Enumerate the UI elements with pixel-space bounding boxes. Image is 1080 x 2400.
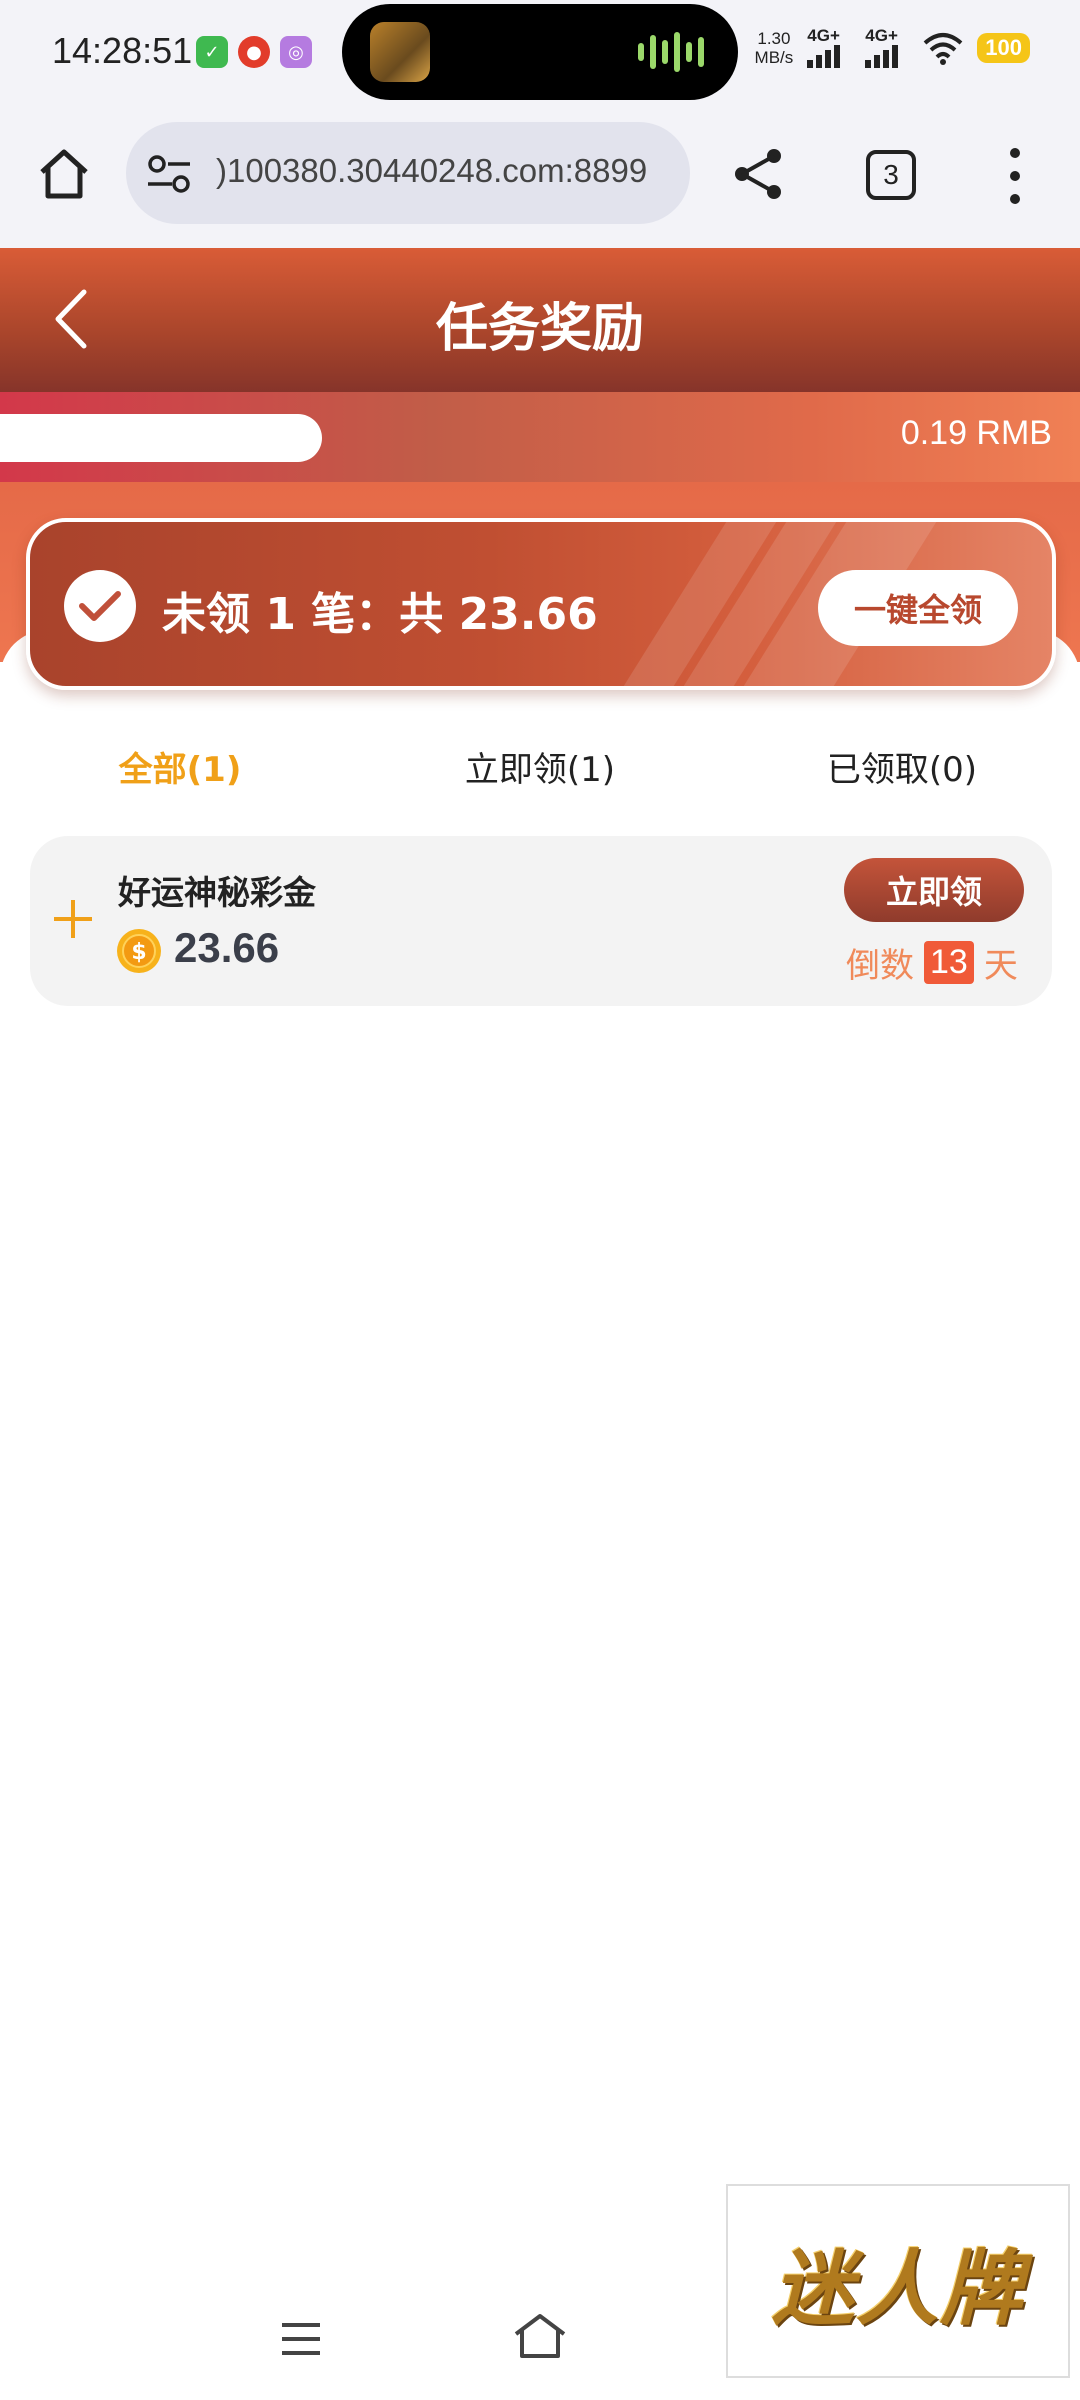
page-header: 任务奖励 xyxy=(0,248,1080,392)
reward-name: 好运神秘彩金 xyxy=(118,873,316,912)
redacted-account xyxy=(0,414,322,462)
coin-icon: $ xyxy=(117,929,161,973)
home-icon[interactable] xyxy=(34,144,94,204)
claim-now-button[interactable]: 立即领 xyxy=(844,858,1024,922)
wifi-icon xyxy=(923,33,963,65)
wechat-icon: ✓ xyxy=(196,36,228,68)
status-bar: 14:28:51 ✓ ● ◎ 1.30 MB/s 4G+ 4G+ 100 xyxy=(0,0,1080,110)
brand-watermark: 迷人牌 xyxy=(726,2184,1070,2378)
reward-list-item: 好运神秘彩金 $ 23.66 立即领 倒数 13 天 xyxy=(30,836,1052,1006)
claim-all-button[interactable]: 一键全领 xyxy=(818,570,1018,646)
reward-amount: 23.66 xyxy=(174,924,280,971)
signal-sim1-icon: 4G+ xyxy=(807,26,851,70)
notification-icons: ✓ ● ◎ xyxy=(196,36,312,68)
countdown-unit: 天 xyxy=(983,946,1018,986)
watermark-logo: 迷人牌 xyxy=(772,2240,1024,2337)
unclaimed-summary-text: 未领 1 笔：共 23.66 xyxy=(162,589,598,640)
app-mascot-icon: ● xyxy=(238,36,270,68)
share-icon[interactable] xyxy=(732,146,786,202)
plus-icon[interactable] xyxy=(52,898,94,940)
tab-switcher-button[interactable]: 3 xyxy=(866,150,916,200)
address-bar[interactable]: )100380.30440248.com:8899 xyxy=(126,122,690,224)
countdown-days-badge: 13 xyxy=(924,941,974,984)
status-time: 14:28:51 xyxy=(52,30,193,71)
countdown-prefix: 倒数 xyxy=(846,946,914,986)
url-text: )100380.30440248.com:8899 xyxy=(216,152,648,189)
nav-home-icon[interactable] xyxy=(512,2310,568,2362)
more-menu-icon[interactable] xyxy=(1000,148,1030,204)
audio-wave-icon xyxy=(638,32,704,72)
recent-apps-menu-icon[interactable] xyxy=(278,2320,324,2358)
svg-text:$: $ xyxy=(131,940,146,965)
battery-indicator: 100 xyxy=(977,33,1030,63)
site-settings-icon[interactable] xyxy=(146,152,192,196)
dynamic-island[interactable] xyxy=(342,4,738,100)
system-indicators: 1.30 MB/s 4G+ 4G+ 100 xyxy=(755,26,1030,70)
reward-tabs: 全部(1) 立即领(1) 已领取(0) xyxy=(0,732,1080,802)
network-speed: 1.30 MB/s xyxy=(754,29,794,67)
balance-value: 0.19 RMB xyxy=(900,414,1052,452)
tab-all[interactable]: 全部(1) xyxy=(119,742,242,791)
countdown: 倒数 13 天 xyxy=(846,938,1018,987)
tab-claimable[interactable]: 立即领(1) xyxy=(465,742,615,791)
media-thumbnail xyxy=(370,22,430,82)
balance-strip: 0.19 RMB xyxy=(0,392,1080,482)
browser-toolbar: )100380.30440248.com:8899 3 xyxy=(0,110,1080,248)
check-icon xyxy=(64,570,136,642)
purple-app-icon: ◎ xyxy=(280,36,312,68)
page-title: 任务奖励 xyxy=(435,299,644,359)
tab-claimed[interactable]: 已领取(0) xyxy=(827,742,977,791)
unclaimed-summary-card: 未领 1 笔：共 23.66 一键全领 xyxy=(26,518,1056,690)
signal-sim2-icon: 4G+ xyxy=(865,26,909,70)
